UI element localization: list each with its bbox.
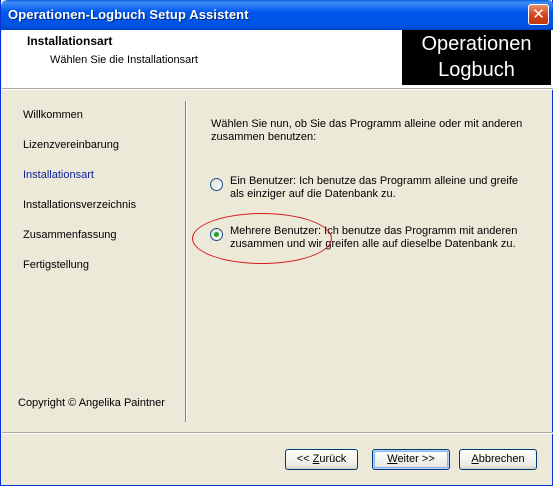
step-willkommen: Willkommen [23, 109, 83, 121]
next-button[interactable]: Weiter >> [372, 449, 450, 470]
next-button-rest: eiter >> [397, 453, 435, 465]
product-logo: Operationen Logbuch [402, 30, 551, 85]
step-lizenzvereinbarung: Lizenzvereinbarung [23, 139, 120, 151]
setup-wizard-window: Operationen-Logbuch Setup Assistent ✕ In… [0, 0, 553, 486]
close-icon: ✕ [532, 5, 545, 23]
page-title: Installationsart [27, 34, 113, 48]
back-button[interactable]: << Zurück [285, 449, 358, 470]
sidebar-divider [185, 101, 187, 422]
wizard-header: Installationsart Wählen Sie die Installa… [2, 30, 553, 88]
logo-line-2: Logbuch [438, 59, 515, 81]
step-installationsart: Installationsart [23, 169, 94, 181]
cancel-button[interactable]: Abbrechen [459, 449, 537, 470]
single-user-label[interactable]: Ein Benutzer: Ich benutze das Programm a… [230, 175, 535, 201]
back-button-rest: urück [319, 453, 347, 465]
back-button-prefix: << [296, 453, 313, 465]
cancel-button-rest: bbrechen [478, 453, 525, 465]
title-bar[interactable]: Operationen-Logbuch Setup Assistent ✕ [1, 0, 553, 30]
copyright-text: Copyright © Angelika Paintner [18, 397, 165, 409]
page-subtitle: Wählen Sie die Installationsart [50, 54, 198, 66]
intro-text: Wählen Sie nun, ob Sie das Programm alle… [211, 118, 523, 143]
highlight-ellipse [192, 213, 332, 264]
single-user-radio[interactable] [210, 178, 223, 191]
next-button-accel: W [387, 453, 398, 465]
step-fertigstellung: Fertigstellung [23, 259, 90, 271]
header-divider [2, 88, 553, 90]
step-installationsverzeichnis: Installationsverzeichnis [23, 199, 137, 211]
cancel-button-accel: A [471, 453, 479, 465]
window-title: Operationen-Logbuch Setup Assistent [8, 7, 249, 22]
step-zusammenfassung: Zusammenfassung [23, 229, 117, 241]
logo-line-1: Operationen [421, 33, 532, 55]
close-button[interactable]: ✕ [528, 4, 549, 25]
footer-divider [2, 432, 553, 434]
